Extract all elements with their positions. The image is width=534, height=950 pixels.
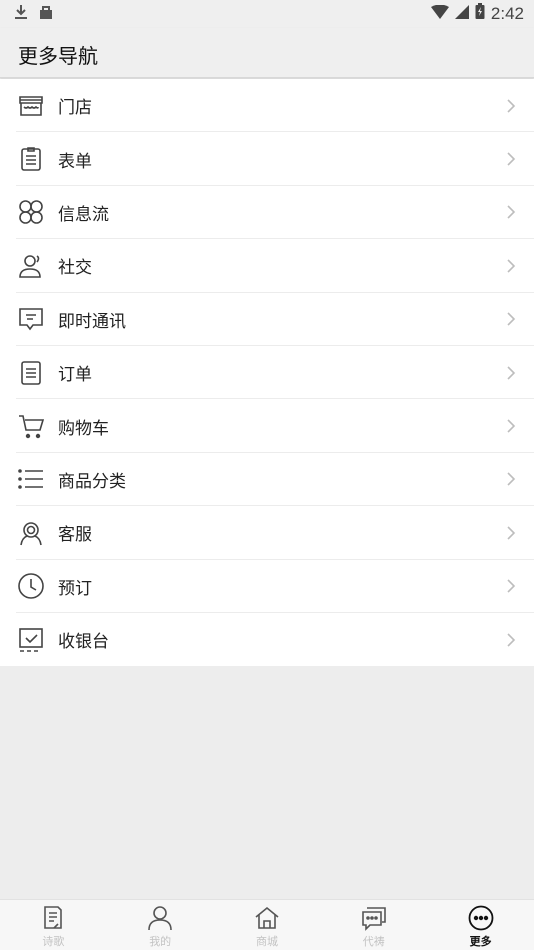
page-title: 更多导航 <box>18 44 98 68</box>
menu-item-label: 预订 <box>58 578 92 599</box>
chevron-right-icon <box>507 472 516 486</box>
menu-item-order[interactable]: 订单 <box>0 346 534 400</box>
category-list-icon <box>17 465 45 493</box>
clock-time: 2:42 <box>490 3 524 23</box>
tab-label: 更多 <box>469 935 492 948</box>
chevron-right-icon <box>507 152 516 166</box>
chevron-right-icon <box>507 99 516 113</box>
menu-item-label: 购物车 <box>58 418 109 439</box>
store-icon <box>17 92 45 120</box>
tab-prayer[interactable]: 代祷 <box>320 900 427 950</box>
status-bar: 2:42 <box>0 0 534 28</box>
cart-icon <box>17 412 45 440</box>
wifi-icon <box>430 4 449 24</box>
menu-item-label: 信息流 <box>58 204 109 225</box>
menu-item-label: 门店 <box>58 98 92 119</box>
chat-icon <box>17 305 45 333</box>
chevron-right-icon <box>507 633 516 647</box>
menu-item-label: 表单 <box>58 151 92 172</box>
menu-item-support[interactable]: 客服 <box>0 506 534 560</box>
menu-item-checkout[interactable]: 收银台 <box>0 613 534 666</box>
order-icon <box>17 359 45 387</box>
feed-icon <box>17 198 45 226</box>
download-icon <box>14 4 28 24</box>
tab-label: 我的 <box>149 935 172 948</box>
tab-label: 代祷 <box>362 935 385 948</box>
tab-label: 商城 <box>255 935 278 948</box>
tab-more[interactable]: 更多 <box>427 900 534 950</box>
tab-poetry[interactable]: 诗歌 <box>0 900 107 950</box>
menu-item-label: 客服 <box>58 525 92 546</box>
chevron-right-icon <box>507 312 516 326</box>
battery-icon <box>475 3 485 24</box>
support-icon <box>17 519 45 547</box>
menu-item-label: 即时通讯 <box>58 311 126 332</box>
menu-item-cart[interactable]: 购物车 <box>0 399 534 453</box>
bag-icon <box>38 4 54 24</box>
app-header: 更多导航 <box>0 28 534 78</box>
chevron-right-icon <box>507 366 516 380</box>
nav-menu-list: 门店 表单 信息流 社交 即时通讯 订单 购物车 商品分类 客服 预订 收银台 <box>0 79 534 667</box>
chevron-right-icon <box>507 579 516 593</box>
menu-item-feed[interactable]: 信息流 <box>0 186 534 240</box>
bottom-tab-bar: 诗歌 我的 商城 代祷 更多 <box>0 899 534 950</box>
chevron-right-icon <box>507 419 516 433</box>
user-icon <box>146 904 174 932</box>
tab-label: 诗歌 <box>42 935 65 948</box>
menu-item-label: 社交 <box>58 258 92 279</box>
tab-mine[interactable]: 我的 <box>107 900 214 950</box>
chevron-right-icon <box>507 259 516 273</box>
chevron-right-icon <box>507 526 516 540</box>
menu-item-label: 收银台 <box>58 632 109 653</box>
clock-icon <box>17 572 45 600</box>
menu-item-im[interactable]: 即时通讯 <box>0 293 534 346</box>
menu-item-store[interactable]: 门店 <box>0 79 534 133</box>
social-icon <box>17 252 45 280</box>
menu-item-social[interactable]: 社交 <box>0 239 534 293</box>
menu-item-booking[interactable]: 预订 <box>0 560 534 613</box>
cell-signal-icon <box>454 4 469 24</box>
document-icon <box>39 904 67 932</box>
menu-item-label: 订单 <box>58 365 92 386</box>
home-icon <box>253 904 281 932</box>
tab-mall[interactable]: 商城 <box>214 900 321 950</box>
more-icon <box>467 904 495 932</box>
menu-item-category[interactable]: 商品分类 <box>0 453 534 507</box>
message-icon <box>360 904 388 932</box>
menu-item-label: 商品分类 <box>58 471 126 492</box>
clipboard-icon <box>17 145 45 173</box>
checkout-icon <box>17 626 45 654</box>
menu-item-form[interactable]: 表单 <box>0 132 534 186</box>
chevron-right-icon <box>507 205 516 220</box>
